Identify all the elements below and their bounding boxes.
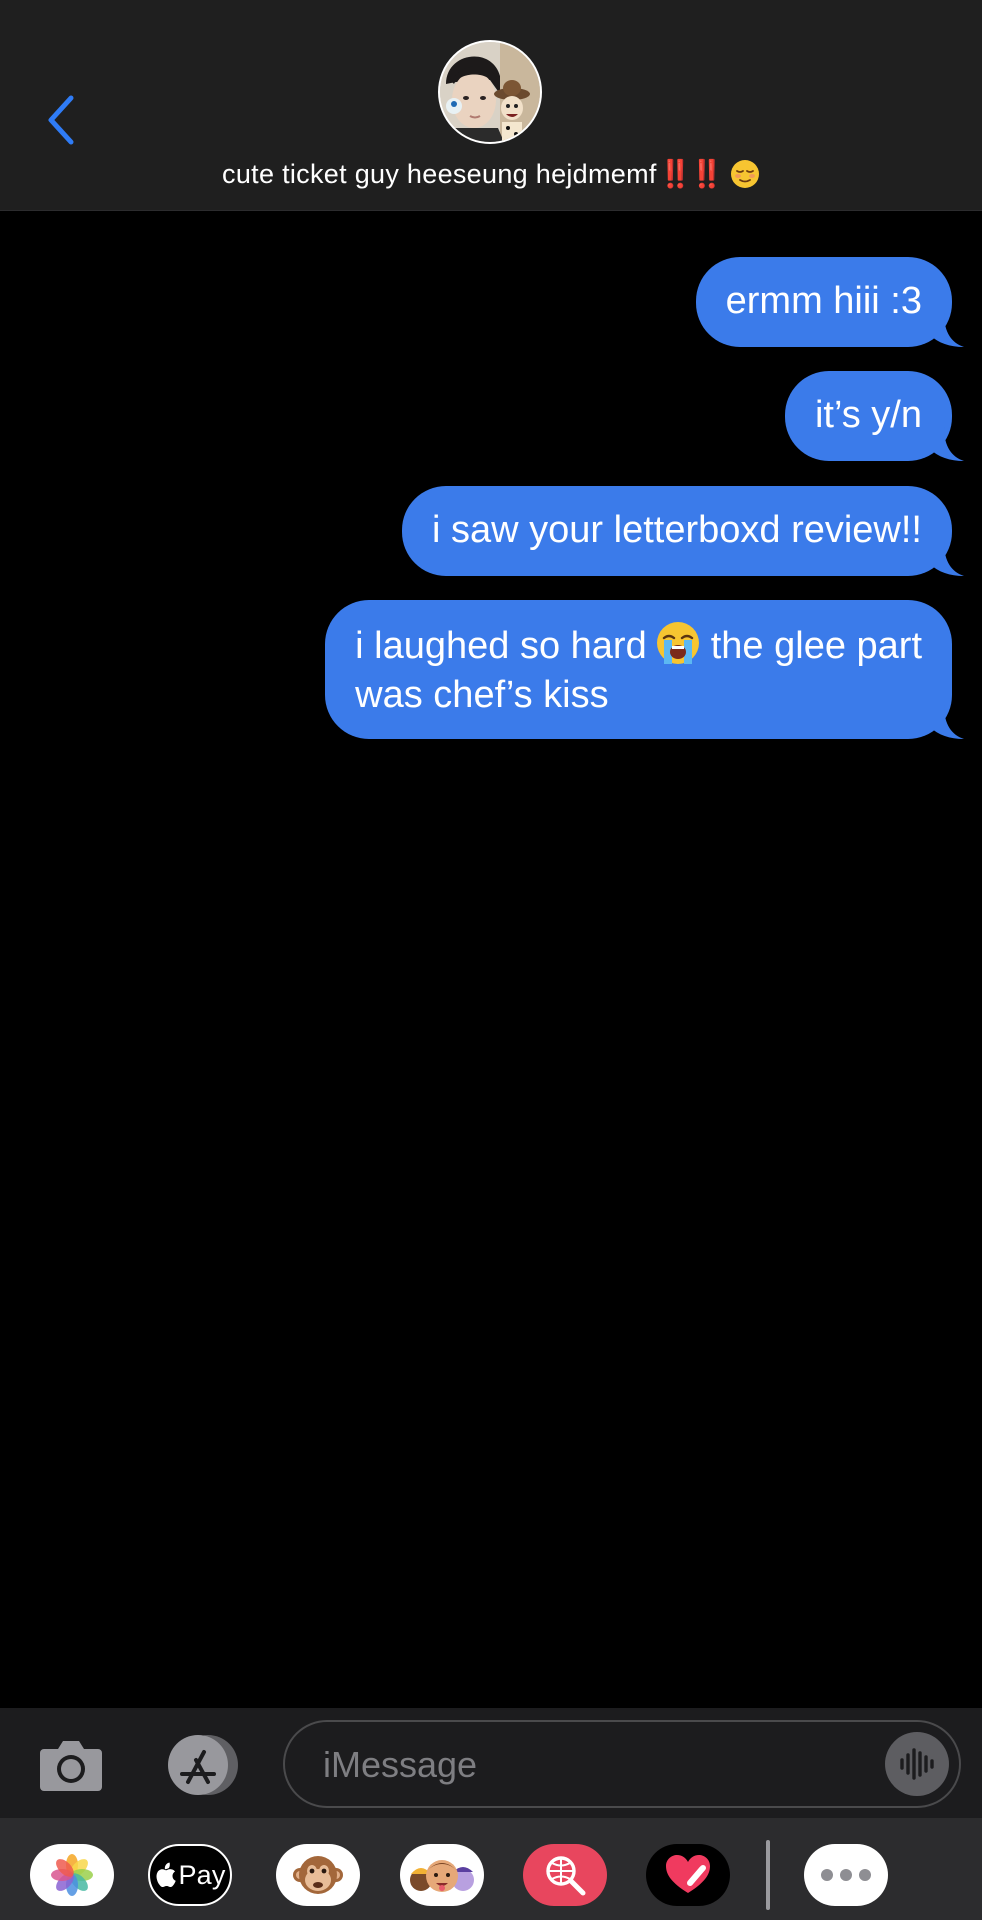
app-drawer: Pay (0, 1818, 982, 1920)
sent-message-bubble[interactable]: ermm hiii :3 (695, 257, 964, 347)
sent-message-bubble[interactable]: i saw your letterboxd review!! (402, 486, 964, 576)
message-line: i laughed so hard the glee part (355, 620, 922, 671)
dictation-button[interactable] (885, 1732, 949, 1796)
apple-pay-label: Pay (178, 1859, 226, 1890)
app-store-button[interactable] (158, 1734, 242, 1796)
memoji-app-button[interactable] (400, 1844, 484, 1906)
back-button[interactable] (30, 80, 90, 160)
message-text: the glee part (710, 625, 922, 667)
camera-icon (40, 1741, 102, 1791)
memoji-icon (410, 1860, 474, 1892)
sent-message-bubble[interactable]: it’s y/n (784, 371, 964, 461)
animoji-app-button[interactable] (276, 1844, 360, 1906)
message-text: it’s y/n (814, 394, 922, 436)
bubble-tail (930, 313, 964, 347)
photos-app-button[interactable] (30, 1844, 114, 1906)
message-text: i saw your letterboxd review!! (432, 509, 922, 551)
bubble-tail (930, 705, 964, 739)
photos-icon (51, 1854, 93, 1896)
message-text: i laughed so hard (355, 625, 647, 667)
drawer-divider (766, 1840, 770, 1910)
bubble-tail (930, 542, 964, 576)
contact-avatar[interactable] (438, 40, 542, 144)
contact-name-text: cute ticket guy heeseung hejdmemf (222, 159, 657, 189)
camera-button[interactable] (38, 1735, 104, 1795)
globe-search-icon (546, 1856, 586, 1896)
digital-touch-app-button[interactable] (646, 1844, 730, 1906)
message-line: was chef’s kiss (355, 674, 609, 716)
images-search-app-button[interactable] (523, 1844, 607, 1906)
heart-icon (666, 1855, 710, 1893)
message-text: ermm hiii :3 (725, 280, 922, 322)
chevron-left-icon (48, 95, 74, 145)
apple-icon (156, 1862, 177, 1888)
conversation-header: cute ticket guy heeseung hejdmemf‼️‼️ (0, 0, 982, 211)
more-apps-button[interactable] (804, 1844, 888, 1906)
bubble-tail (930, 427, 964, 461)
apple-pay-button[interactable]: Pay (148, 1844, 232, 1906)
sent-message-bubble[interactable]: i laughed so hard the glee part was chef… (325, 600, 964, 739)
double-exclamation-emoji: ‼️‼️ (658, 159, 724, 189)
more-icon (821, 1869, 871, 1881)
monkey-icon (293, 1856, 343, 1894)
loudly-crying-face-icon (656, 622, 699, 664)
compose-bar (0, 1708, 982, 1818)
waveform-icon (900, 1748, 934, 1780)
message-thread[interactable]: ermm hiii :3 it’s y/n i saw your letterb… (0, 211, 982, 1708)
imessage-field[interactable] (283, 1720, 961, 1808)
message-input[interactable] (321, 1722, 845, 1808)
contact-name[interactable]: cute ticket guy heeseung hejdmemf‼️‼️ (0, 158, 982, 190)
avatar-photo (440, 42, 540, 142)
app-store-icon (168, 1735, 238, 1795)
relieved-face-icon (730, 160, 759, 188)
